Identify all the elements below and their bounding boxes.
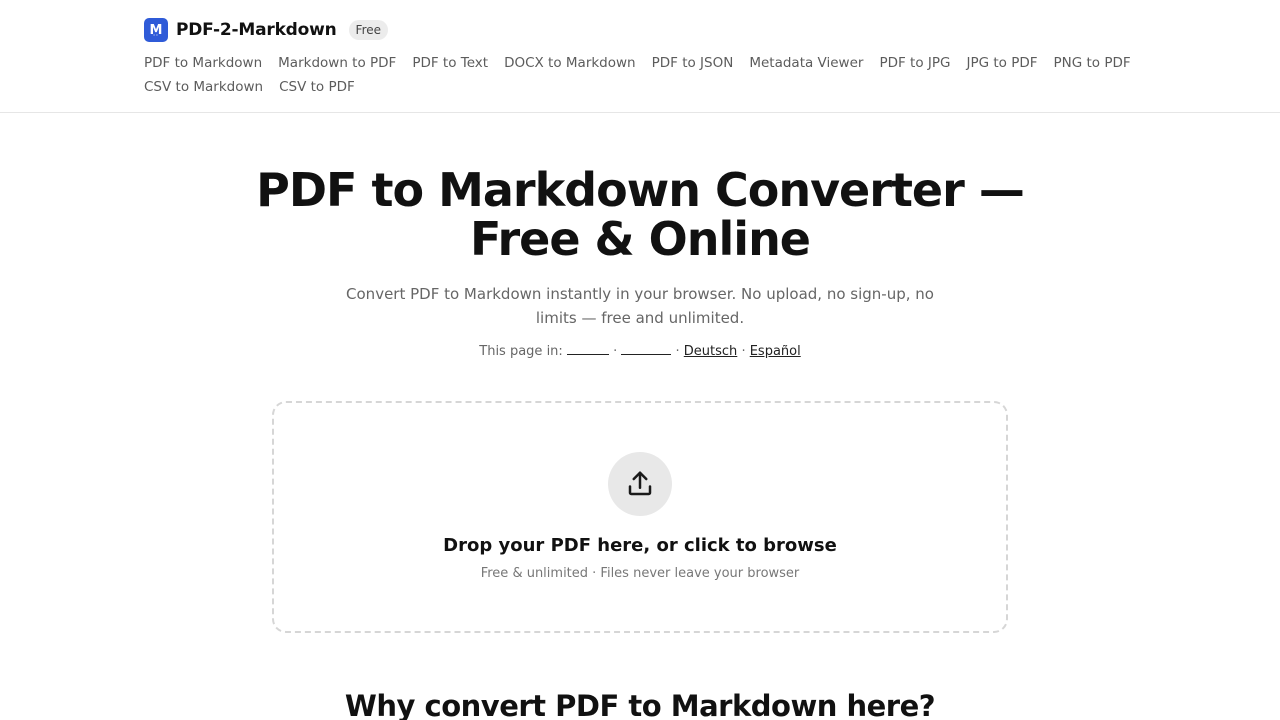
nav-item-metadata-viewer[interactable]: Metadata Viewer <box>749 51 863 75</box>
dropzone-title: Drop your PDF here, or click to browse <box>443 535 837 556</box>
language-separator: · <box>613 344 618 359</box>
page-title-line-1: PDF to Markdown Converter — <box>256 163 1025 217</box>
pdf-dropzone[interactable]: Drop your PDF here, or click to browse F… <box>272 401 1008 633</box>
language-link-espanol[interactable]: Español <box>750 344 801 359</box>
site-header: M ·· PDF-2-Markdown Free PDF to Markdown… <box>0 0 1280 113</box>
upload-button[interactable] <box>608 452 672 516</box>
brand[interactable]: M ·· PDF-2-Markdown Free <box>144 18 389 42</box>
page-subtitle: Convert PDF to Markdown instantly in you… <box>346 285 934 327</box>
language-link-unreadable-1[interactable] <box>566 341 609 355</box>
language-switcher: This page in: · · Deutsch · Español <box>340 341 940 362</box>
logo-dots: ·· <box>153 33 159 39</box>
nav-item-csv-to-pdf[interactable]: CSV to PDF <box>279 75 355 99</box>
nav-item-csv-to-markdown[interactable]: CSV to Markdown <box>144 75 263 99</box>
nav-item-docx-to-markdown[interactable]: DOCX to Markdown <box>504 51 636 75</box>
dropzone-note: Free & unlimited · Files never leave you… <box>480 566 800 581</box>
nav-item-pdf-to-markdown[interactable]: PDF to Markdown <box>144 51 262 75</box>
nav-item-png-to-pdf[interactable]: PNG to PDF <box>1054 51 1131 75</box>
upload-icon <box>628 471 652 496</box>
nav-item-markdown-to-pdf[interactable]: Markdown to PDF <box>278 51 396 75</box>
nav-item-pdf-to-text[interactable]: PDF to Text <box>412 51 488 75</box>
brand-name[interactable]: PDF-2-Markdown <box>176 20 337 40</box>
nav-item-jpg-to-pdf[interactable]: JPG to PDF <box>966 51 1037 75</box>
section-title: Why convert PDF to Markdown here? <box>344 689 936 720</box>
nav-item-pdf-to-json[interactable]: PDF to JSON <box>652 51 734 75</box>
language-prefix: This page in: <box>479 344 563 359</box>
page-title: PDF to Markdown Converter — Free & Onlin… <box>240 166 1040 264</box>
language-link-deutsch[interactable]: Deutsch <box>684 344 738 359</box>
nav-item-pdf-to-jpg[interactable]: PDF to JPG <box>879 51 950 75</box>
language-separator: · <box>741 344 746 359</box>
language-separator: · <box>675 344 680 359</box>
tool-nav: PDF to Markdown Markdown to PDF PDF to T… <box>144 51 1134 99</box>
page-title-line-2: Free & Online <box>469 212 811 266</box>
logo-icon[interactable]: M ·· <box>144 18 168 42</box>
language-link-unreadable-2[interactable] <box>621 341 672 355</box>
free-badge: Free <box>348 20 389 40</box>
